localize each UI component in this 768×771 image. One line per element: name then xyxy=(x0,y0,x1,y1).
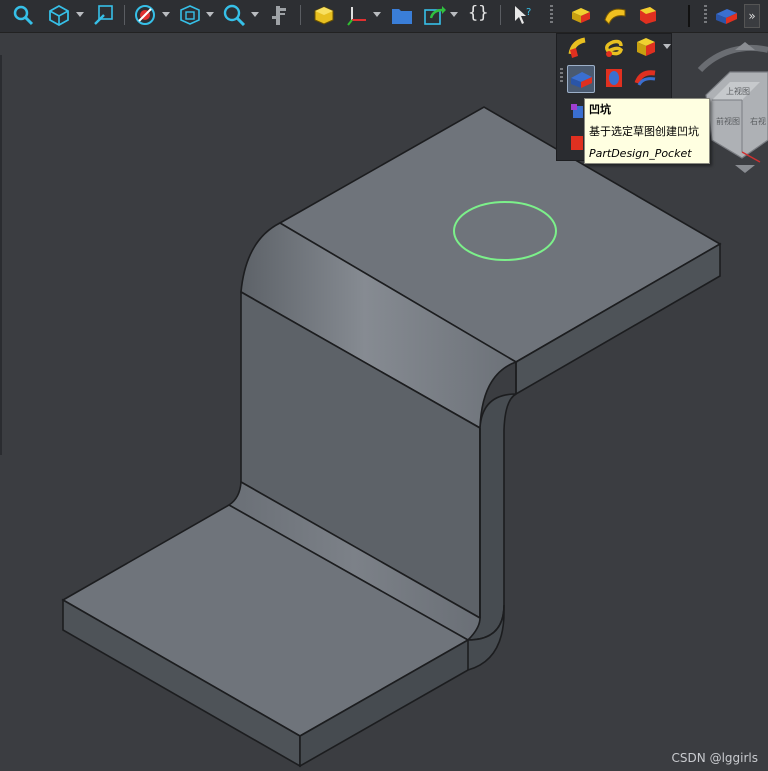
chevron-down-icon[interactable] xyxy=(450,12,458,17)
toolbar-overflow-button[interactable]: » xyxy=(744,4,760,28)
tooltip-description: 基于选定草图创建凹坑 xyxy=(589,125,699,138)
pocket-icon[interactable] xyxy=(567,65,595,93)
whats-this-icon[interactable]: ? xyxy=(512,4,534,26)
view-isometric-icon[interactable] xyxy=(46,4,72,26)
watermark: CSDN @lggirls xyxy=(671,751,758,765)
pocket-icon[interactable] xyxy=(713,4,739,26)
additive-helix-icon[interactable] xyxy=(601,34,627,60)
zoom-fit-icon[interactable] xyxy=(10,4,36,26)
bounding-box-icon[interactable] xyxy=(178,4,202,26)
nav-down-arrow[interactable] xyxy=(735,165,755,173)
main-toolbar: {} ? » xyxy=(0,0,768,33)
braces-button[interactable]: {} xyxy=(468,3,488,23)
groove-icon[interactable] xyxy=(633,65,659,91)
zoom-icon[interactable] xyxy=(222,4,246,26)
hole-icon[interactable] xyxy=(601,65,627,91)
draw-style-icon[interactable] xyxy=(133,4,157,26)
additive-pipe-icon[interactable] xyxy=(567,34,593,60)
chevron-down-icon[interactable] xyxy=(373,12,381,17)
pad-icon[interactable] xyxy=(568,4,594,26)
chevron-down-icon[interactable] xyxy=(162,12,170,17)
chevron-down-icon[interactable] xyxy=(206,12,214,17)
additive-primitive-icon[interactable] xyxy=(633,34,659,60)
measure-icon[interactable] xyxy=(268,4,290,26)
navigation-cube[interactable]: 上视图 前视图 右视 xyxy=(697,42,768,173)
chevron-down-icon[interactable] xyxy=(663,44,671,49)
svg-text:?: ? xyxy=(526,7,531,18)
axis-icon[interactable] xyxy=(346,4,370,26)
select-icon[interactable] xyxy=(93,4,115,26)
navcube-top-label: 上视图 xyxy=(726,86,750,96)
navcube-right-label: 右视 xyxy=(750,116,766,126)
chevron-down-icon[interactable] xyxy=(251,12,259,17)
chevron-down-icon[interactable] xyxy=(76,12,84,17)
tooltip-title: 凹坑 xyxy=(589,103,611,116)
folder-icon[interactable] xyxy=(390,4,414,26)
part-icon[interactable] xyxy=(312,4,336,26)
tooltip: 凹坑 基于选定草图创建凹坑 PartDesign_Pocket xyxy=(584,98,710,164)
navcube-front-label: 前视图 xyxy=(716,116,740,126)
additive-loft-icon[interactable] xyxy=(636,4,660,26)
tooltip-command: PartDesign_Pocket xyxy=(589,147,692,160)
link-icon[interactable] xyxy=(423,4,447,26)
revolution-icon[interactable] xyxy=(602,4,628,26)
